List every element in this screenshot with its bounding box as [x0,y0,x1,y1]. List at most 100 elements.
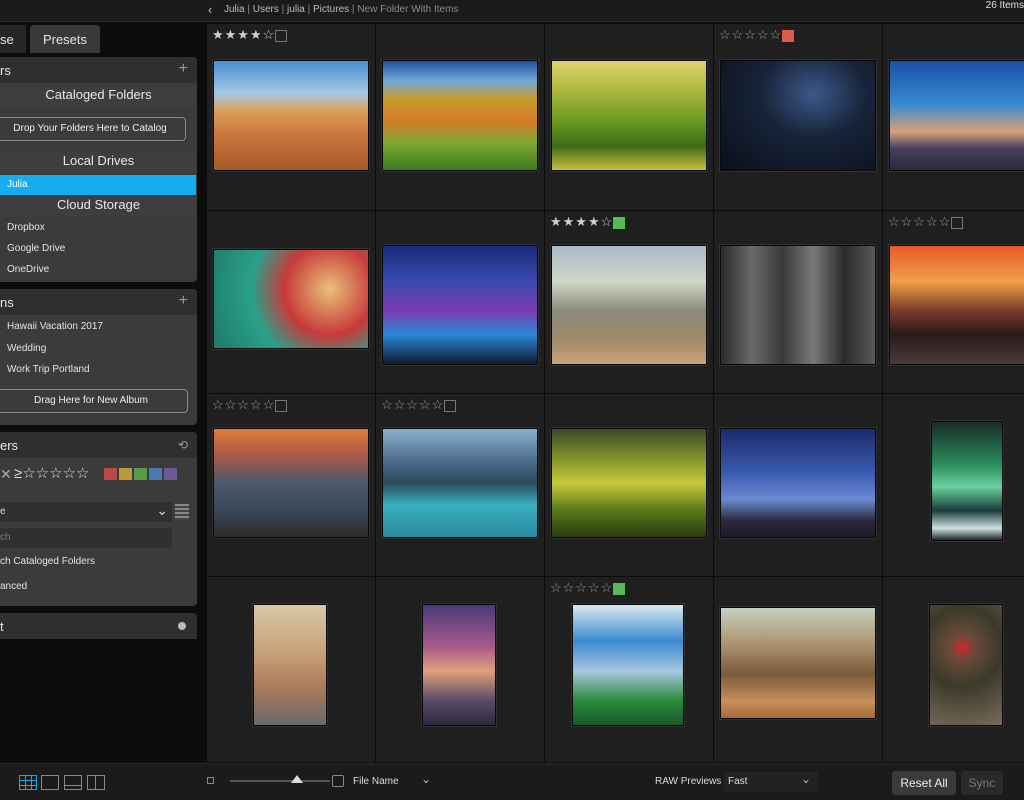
photo-cell[interactable] [883,24,1024,210]
photo-cell[interactable] [376,211,544,393]
breadcrumb-item[interactable]: Julia [224,4,245,15]
color-label[interactable] [951,217,963,229]
photo-cell[interactable]: ☆☆☆☆☆ [883,211,1024,393]
photo-cell[interactable] [714,394,882,576]
filmstrip-view-icon[interactable] [64,775,82,790]
breadcrumb-item[interactable]: Users [253,4,279,15]
photo-thumbnail-seascape-rocks[interactable] [213,428,369,538]
color-swatch-green[interactable] [134,468,147,480]
drop-folders-button[interactable]: Drop Your Folders Here to Catalog [0,117,186,141]
thumbnail-size-slider[interactable] [230,780,330,782]
rating-filter[interactable]: ≥☆☆☆☆☆ [14,464,89,482]
add-icon[interactable]: + [179,292,188,310]
photo-cell[interactable] [376,24,544,210]
breadcrumb-item[interactable]: Pictures [313,4,349,15]
color-label[interactable] [275,30,287,42]
photo-cell[interactable] [376,577,544,762]
photo-thumbnail-pier-dusk[interactable] [889,60,1024,171]
folders-panel-header[interactable]: rs + [0,57,197,83]
photo-thumbnail-hiker-forest[interactable] [720,607,876,719]
photo-cell[interactable]: ★★★★☆ [545,211,713,393]
photo-thumbnail-starry-mountains[interactable] [720,428,876,538]
photo-cell[interactable]: ☆☆☆☆☆ [207,394,375,576]
photo-cell[interactable] [714,211,882,393]
photo-thumbnail-city-night[interactable] [382,245,538,365]
photo-thumbnail-night-sky[interactable] [720,60,876,171]
color-label[interactable] [613,217,625,229]
color-swatch-red[interactable] [104,468,117,480]
tab-presets[interactable]: Presets [30,25,100,53]
cloud-item-google-drive[interactable]: Google Drive [7,243,65,254]
sort-direction-checkbox[interactable] [332,775,344,787]
color-swatch-purple[interactable] [164,468,177,480]
reset-icon[interactable]: ⟲ [178,438,188,452]
photo-thumbnail-rocky-sunset[interactable] [889,245,1024,365]
grid-view-icon[interactable] [19,775,37,790]
photo-thumbnail-green-hills[interactable] [551,60,707,171]
photo-thumbnail-palm-trees[interactable] [572,604,684,726]
photo-thumbnail-mountain-lake[interactable] [382,428,538,538]
cloud-item-dropbox[interactable]: Dropbox [7,222,45,233]
local-drive-julia[interactable]: Julia [0,175,196,195]
photo-cell[interactable] [883,394,1024,576]
search-cataloged-option[interactable]: ch Cataloged Folders [0,556,95,567]
raw-previews-dropdown[interactable]: Fast ⌄ [724,772,818,792]
photo-thumbnail-elephants[interactable] [551,245,707,365]
album-item[interactable]: Hawaii Vacation 2017 [7,321,103,332]
color-swatch-yellow[interactable] [119,468,132,480]
photo-thumbnail-holiday-treats[interactable] [213,249,369,349]
cloud-item-onedrive[interactable]: OneDrive [7,264,49,275]
photo-cell[interactable] [207,211,375,393]
reset-all-button[interactable]: Reset All [892,771,956,795]
advanced-option[interactable]: anced [0,581,27,592]
sync-button[interactable]: Sync [961,771,1003,795]
photo-thumbnail-aurora[interactable] [931,421,1003,541]
info-panel-header[interactable]: t [0,613,197,639]
slider-handle[interactable] [291,775,303,783]
tab-browse[interactable]: se [0,25,26,53]
color-label[interactable] [782,30,794,42]
chevron-down-icon[interactable]: ⌄ [421,772,431,786]
photo-thumbnail-fields-tree[interactable] [382,60,538,171]
photo-cell[interactable] [714,577,882,762]
photo-cell[interactable] [207,577,375,762]
add-icon[interactable]: + [179,60,188,78]
photo-thumbnail-valley-light[interactable] [551,428,707,538]
star-rating[interactable]: ★★★★☆ [550,214,613,230]
album-item[interactable]: Work Trip Portland [7,364,90,375]
settings-icon[interactable] [178,622,186,630]
photo-thumbnail-desert-camel[interactable] [213,60,369,171]
photo-cell[interactable] [545,394,713,576]
photo-cell[interactable]: ☆☆☆☆☆ [545,577,713,762]
color-label[interactable] [613,583,625,595]
star-rating[interactable]: ★★★★☆ [212,27,275,43]
filter-dropdown[interactable]: e ⌄ [0,502,172,522]
breadcrumb-item[interactable]: julia [287,4,305,15]
compare-view-icon[interactable] [87,775,105,790]
photo-thumbnail-foggy-forest[interactable] [720,245,876,365]
photo-thumbnail-winding-road[interactable] [253,604,327,726]
photo-cell[interactable]: ☆☆☆☆☆ [714,24,882,210]
photo-thumbnail-dry-grass[interactable] [929,604,1003,726]
chevron-left-icon[interactable]: ‹ [208,2,212,17]
single-view-icon[interactable] [41,775,59,790]
star-rating[interactable]: ☆☆☆☆☆ [550,580,613,596]
filters-panel-header[interactable]: ers ⟲ [0,432,197,458]
clear-rating-icon[interactable]: ✕ [0,466,12,483]
photo-thumbnail-pier-sunset[interactable] [422,604,496,726]
color-swatch-blue[interactable] [149,468,162,480]
new-album-button[interactable]: Drag Here for New Album [0,389,188,413]
photo-cell[interactable]: ☆☆☆☆☆ [376,394,544,576]
album-item[interactable]: Wedding [7,343,46,354]
photo-cell[interactable]: ★★★★☆ [207,24,375,210]
star-rating[interactable]: ☆☆☆☆☆ [888,214,951,230]
photo-cell[interactable] [883,577,1024,762]
photo-cell[interactable] [545,24,713,210]
albums-panel-header[interactable]: ns + [0,289,197,315]
color-label[interactable] [275,400,287,412]
star-rating[interactable]: ☆☆☆☆☆ [719,27,782,43]
star-rating[interactable]: ☆☆☆☆☆ [381,397,444,413]
search-input[interactable]: ch [0,528,172,548]
sort-label[interactable]: File Name [353,776,399,787]
star-rating[interactable]: ☆☆☆☆☆ [212,397,275,413]
